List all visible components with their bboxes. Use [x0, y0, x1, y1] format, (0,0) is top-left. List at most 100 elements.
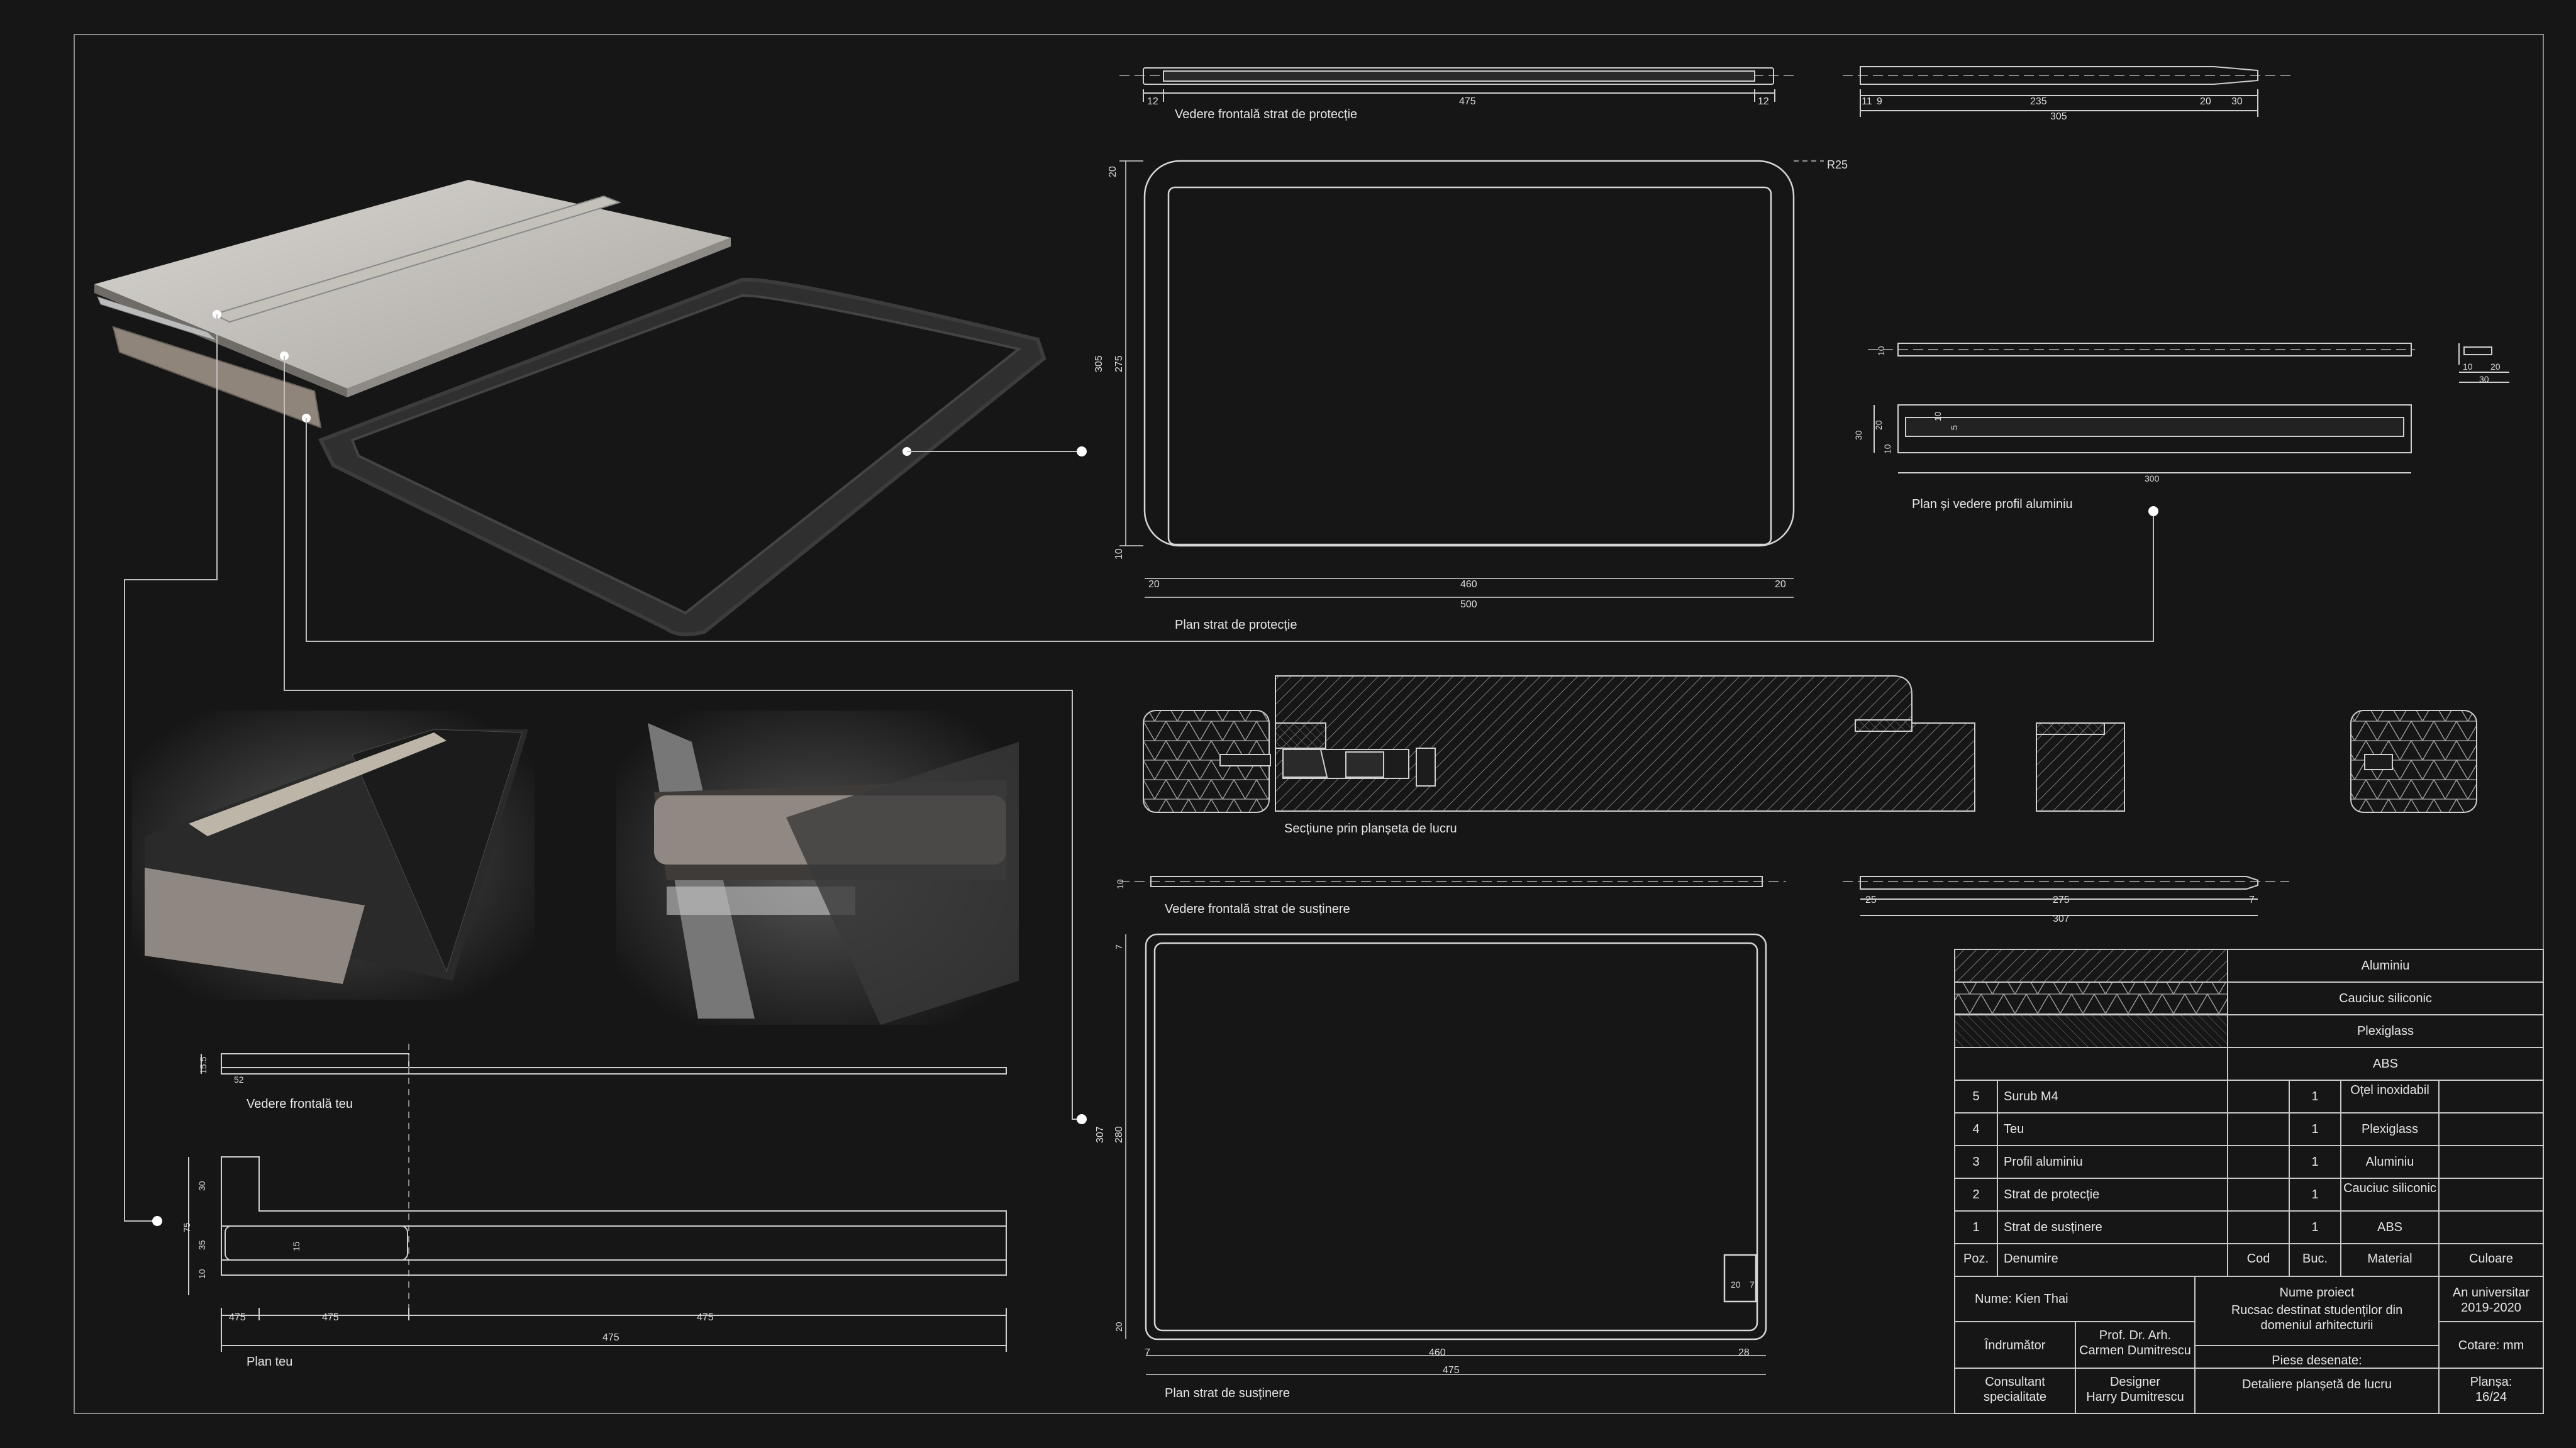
- year-value: 2019-2020: [2461, 1301, 2521, 1315]
- dim-ps-w1: 7: [1145, 1347, 1150, 1358]
- material-plexiglass: Plexiglass: [2357, 1024, 2414, 1038]
- dim-pr-t: 10: [1876, 346, 1886, 356]
- dim-pp-h4: 10: [1114, 548, 1124, 560]
- header-poz: Poz.: [1963, 1252, 1989, 1266]
- caption-plan-tee: Plan teu: [247, 1355, 292, 1369]
- part-row-mat: Plexiglass: [2361, 1122, 2419, 1136]
- units: Cotare: mm: [2458, 1339, 2524, 1352]
- dim-fs-d: 20: [2200, 96, 2211, 107]
- caption-front-support: Vedere frontală strat de susținere: [1165, 902, 1350, 916]
- tee-front-view: [201, 1044, 1007, 1320]
- dim-te-b: 52: [234, 1075, 244, 1085]
- header-cod: Cod: [2246, 1252, 2270, 1266]
- dim-pp-h2: 275: [1114, 355, 1124, 372]
- dim-pp-h3: 305: [1094, 355, 1104, 372]
- header-cul: Culoare: [2468, 1252, 2514, 1266]
- detail-render-2: [616, 710, 1019, 1025]
- dim-pt-a: 30: [197, 1181, 207, 1191]
- pieces-title: Detaliere planșetă de lucru: [2242, 1378, 2392, 1391]
- part-row-poz: 4: [1972, 1122, 1980, 1136]
- dim-ps-h1: 7: [1114, 944, 1124, 949]
- dim-pp-w1: 20: [1148, 579, 1160, 590]
- dim-pr-h3: 10: [1882, 444, 1892, 454]
- dim-su-c: 7: [2249, 895, 2255, 905]
- dim-ps-w3: 28: [1738, 1347, 1750, 1358]
- year-label: An universitar: [2452, 1286, 2530, 1300]
- caption-front-tee: Vedere frontală teu: [247, 1097, 353, 1111]
- advisor-label: Îndrumător: [1984, 1339, 2046, 1352]
- dim-pp-h1: 20: [1108, 166, 1118, 177]
- part-row-buc: 1: [2311, 1122, 2319, 1136]
- project-label: Nume proiect: [2279, 1286, 2355, 1300]
- dim-fp-c: 12: [1758, 96, 1769, 107]
- dim-fs-b: 9: [1877, 96, 1882, 107]
- caption-profile: Plan și vedere profil aluminiu: [1912, 497, 2073, 511]
- tee-plan: [188, 1156, 1007, 1352]
- sheet-number: 16/24: [2475, 1390, 2507, 1404]
- dim-su-t: 10: [1115, 879, 1125, 889]
- part-row-mat: Oțel inoxidabil: [2350, 1083, 2429, 1097]
- part-row-den: Strat de protecție: [2004, 1188, 2100, 1202]
- dim-te-a: 15.5: [198, 1057, 208, 1074]
- dim-ps-h2: 280: [1114, 1126, 1124, 1143]
- part-row-mat: ABS: [2377, 1220, 2403, 1234]
- exploded-render: [94, 180, 1046, 636]
- part-row-den: Teu: [2004, 1122, 2024, 1136]
- dim-fs-e: 30: [2231, 96, 2243, 107]
- dim-fs-c: 235: [2030, 96, 2047, 107]
- header-buc: Buc.: [2302, 1252, 2328, 1266]
- dim-ps-w4: 475: [1443, 1365, 1460, 1376]
- detail-render-1: [132, 710, 535, 1000]
- dim-ps-x2: 7: [1750, 1279, 1755, 1290]
- dim-pp-w3: 20: [1775, 579, 1786, 590]
- dim-fs-f: 305: [2050, 111, 2067, 122]
- dim-pr-s3: 30: [2479, 374, 2489, 384]
- caption-plan-protection: Plan strat de protecție: [1175, 618, 1297, 632]
- part-row-buc: 1: [2311, 1155, 2319, 1169]
- header-mat: Material: [2367, 1252, 2412, 1266]
- part-row-den: Surub M4: [2004, 1090, 2058, 1103]
- dim-pt-w3: 475: [697, 1312, 714, 1323]
- dim-su-a: 25: [1865, 895, 1877, 905]
- dim-pt-b: 75: [182, 1222, 192, 1232]
- material-abs: ABS: [2372, 1057, 2399, 1071]
- dim-ps-h4: 20: [1114, 1322, 1124, 1332]
- dim-pt-w1: 475: [229, 1312, 246, 1323]
- dim-fp-a: 12: [1147, 96, 1158, 107]
- dim-ps-h3: 307: [1095, 1126, 1106, 1143]
- project-title: Rucsac destinat studenților din domeniul…: [2231, 1303, 2403, 1332]
- dim-pr-s1: 10: [2463, 362, 2473, 372]
- dim-pr-s2: 20: [2490, 362, 2501, 372]
- part-row-den: Strat de susținere: [2004, 1220, 2102, 1234]
- dim-pr-h2: 20: [1874, 420, 1884, 430]
- part-row-mat: Aluminiu: [2365, 1155, 2414, 1169]
- part-row-poz: 3: [1972, 1155, 1980, 1169]
- sheet-label: Planșa:: [2470, 1375, 2512, 1389]
- part-row-poz: 2: [1972, 1188, 1980, 1202]
- part-row-buc: 1: [2311, 1090, 2319, 1103]
- designer-name: Harry Dumitrescu: [2086, 1390, 2184, 1404]
- dim-pt-e: 15: [291, 1241, 301, 1251]
- plan-support: [1125, 933, 1767, 1375]
- part-row-poz: 5: [1972, 1090, 1980, 1103]
- dim-pr-l: 300: [2145, 473, 2160, 484]
- designer-label: Designer: [2109, 1375, 2161, 1389]
- pieces-label: Piese desenate:: [2272, 1354, 2362, 1368]
- dim-fs-a: 11: [1862, 96, 1872, 107]
- caption-plan-support: Plan strat de susținere: [1165, 1386, 1290, 1400]
- dim-ps-w2: 460: [1429, 1347, 1446, 1358]
- material-silicone: Cauciuc siliconic: [2339, 992, 2432, 1005]
- part-row-mat: Cauciuc siliconic: [2343, 1181, 2436, 1195]
- dim-pr-h1: 30: [1853, 430, 1863, 440]
- caption-section: Secțiune prin planșeta de lucru: [1284, 822, 1457, 836]
- section-drawing: [1143, 675, 2477, 813]
- plan-protection: [1119, 160, 1824, 598]
- dim-ps-x1: 20: [1731, 1279, 1741, 1290]
- profile-aluminium: [1868, 343, 2509, 473]
- dim-pr-h5: 5: [1949, 425, 1959, 430]
- dim-fp-b: 475: [1459, 96, 1476, 107]
- dim-pt-c: 35: [197, 1240, 207, 1250]
- header-den: Denumire: [2004, 1252, 2058, 1266]
- part-row-buc: 1: [2311, 1188, 2319, 1202]
- side-view-protection: [1843, 66, 2296, 117]
